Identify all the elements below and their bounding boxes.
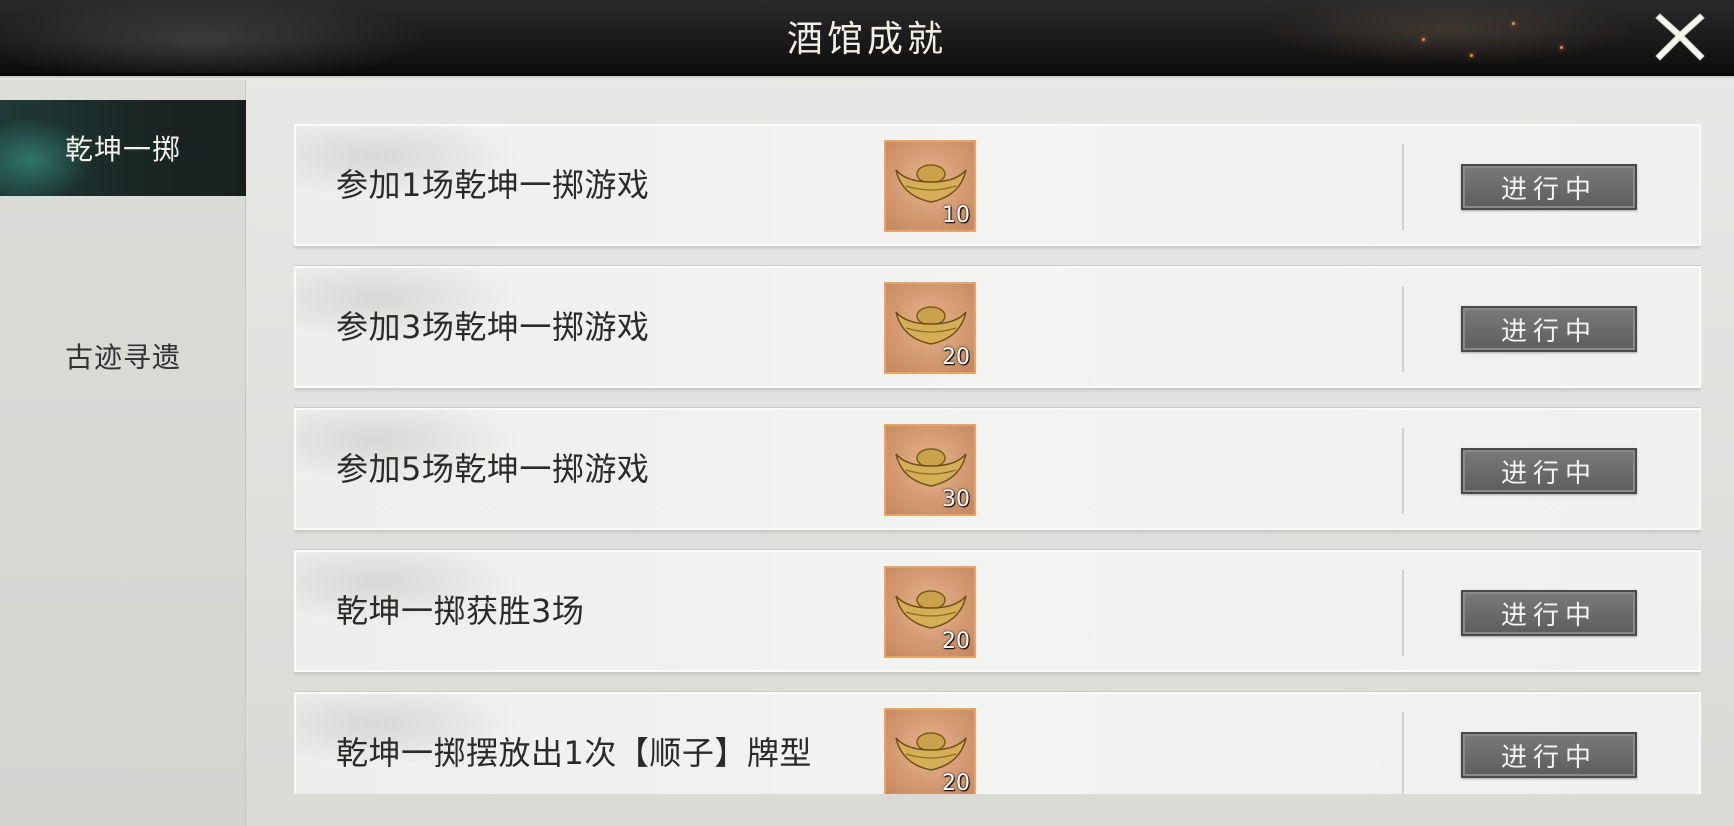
close-x-icon bbox=[1655, 13, 1705, 61]
status-label: 进行中 bbox=[1500, 174, 1597, 205]
status-label: 进行中 bbox=[1500, 316, 1597, 347]
achievement-row: 乾坤一掷获胜3场 20 进行中 bbox=[294, 550, 1701, 672]
status-button[interactable]: 进行中 bbox=[1461, 306, 1637, 352]
reward-count: 10 bbox=[942, 203, 970, 228]
divider bbox=[1402, 712, 1404, 794]
status-button[interactable]: 进行中 bbox=[1461, 732, 1637, 778]
reward-count: 30 bbox=[942, 487, 970, 512]
sidebar-tab-label: 古迹寻遗 bbox=[64, 341, 181, 374]
divider bbox=[1402, 286, 1404, 372]
status-label: 进行中 bbox=[1500, 742, 1597, 773]
reward-count: 20 bbox=[942, 629, 970, 654]
achievement-label: 参加3场乾坤一掷游戏 bbox=[336, 308, 650, 346]
reward-item[interactable]: 30 bbox=[884, 424, 976, 516]
achievement-label: 乾坤一掷摆放出1次【顺子】牌型 bbox=[336, 734, 812, 772]
achievement-list[interactable]: 参加1场乾坤一掷游戏 10 进行中 参加3场乾坤一掷游戏 20 进行中 参加5场… bbox=[294, 124, 1701, 794]
status-button[interactable]: 进行中 bbox=[1461, 590, 1637, 636]
achievement-row: 参加5场乾坤一掷游戏 30 进行中 bbox=[294, 408, 1701, 530]
sidebar-tab-qiankun-yizhi[interactable]: 乾坤一掷 bbox=[0, 100, 246, 196]
reward-item[interactable]: 20 bbox=[884, 566, 976, 658]
divider bbox=[1402, 428, 1404, 514]
status-button[interactable]: 进行中 bbox=[1461, 164, 1637, 210]
divider bbox=[1402, 570, 1404, 656]
reward-count: 20 bbox=[942, 771, 970, 794]
page-title: 酒馆成就 bbox=[786, 19, 947, 60]
achievement-row: 参加1场乾坤一掷游戏 10 进行中 bbox=[294, 124, 1701, 246]
achievement-row: 乾坤一掷摆放出1次【顺子】牌型 20 进行中 bbox=[294, 692, 1701, 794]
achievement-row: 参加3场乾坤一掷游戏 20 进行中 bbox=[294, 266, 1701, 388]
achievement-label: 乾坤一掷获胜3场 bbox=[336, 592, 585, 630]
title-bar: 酒馆成就 bbox=[0, 0, 1734, 79]
close-button[interactable] bbox=[1652, 8, 1708, 64]
sidebar: 乾坤一掷 古迹寻遗 bbox=[0, 80, 246, 826]
status-button[interactable]: 进行中 bbox=[1461, 448, 1637, 494]
status-label: 进行中 bbox=[1500, 600, 1597, 631]
sidebar-tab-guji-xunyi[interactable]: 古迹寻遗 bbox=[0, 308, 246, 404]
reward-item[interactable]: 20 bbox=[884, 708, 976, 794]
sidebar-tab-label: 乾坤一掷 bbox=[64, 133, 181, 166]
status-label: 进行中 bbox=[1500, 458, 1597, 489]
reward-item[interactable]: 20 bbox=[884, 282, 976, 374]
achievement-label: 参加1场乾坤一掷游戏 bbox=[336, 166, 650, 204]
tavern-achievements-screen: 酒馆成就 乾坤一掷 古迹寻遗 参加1场乾坤一掷游戏 10 进行中 参加3场乾坤一… bbox=[0, 0, 1734, 826]
divider bbox=[1402, 144, 1404, 230]
reward-count: 20 bbox=[942, 345, 970, 370]
achievement-label: 参加5场乾坤一掷游戏 bbox=[336, 450, 650, 488]
reward-item[interactable]: 10 bbox=[884, 140, 976, 232]
